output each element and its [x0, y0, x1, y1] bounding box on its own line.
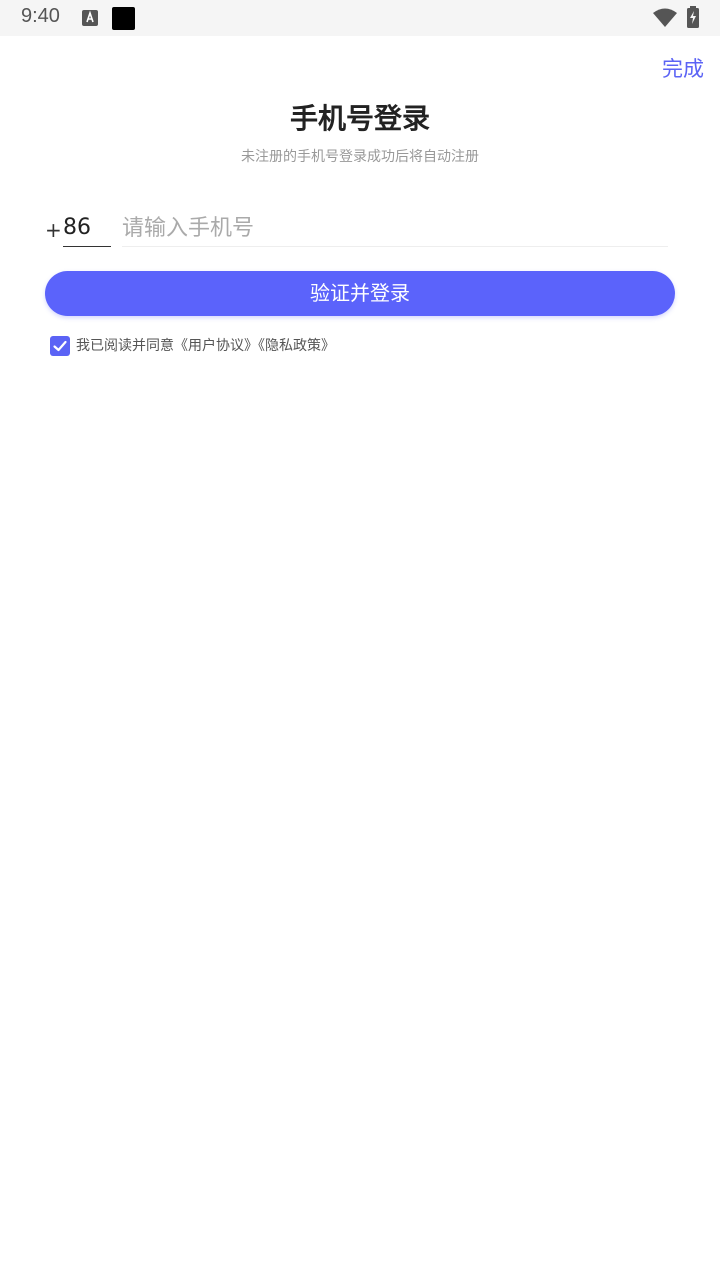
- page-title: 手机号登录: [289, 102, 430, 135]
- verify-login-button[interactable]: 验证并登录: [45, 271, 675, 316]
- text-a-icon: [82, 10, 98, 26]
- battery-charging-icon: [686, 6, 700, 28]
- checkmark-icon: [53, 340, 67, 352]
- privacy-policy-link[interactable]: 《隐私政策》: [258, 338, 335, 354]
- phone-input[interactable]: [122, 210, 668, 247]
- plus-sign: +: [45, 218, 62, 242]
- page-subtitle: 未注册的手机号登录成功后将自动注册: [241, 149, 479, 165]
- country-code-selector[interactable]: 86: [63, 212, 111, 247]
- status-bar: 9:40: [0, 0, 720, 36]
- status-time: 9:40: [21, 5, 60, 27]
- agree-checkbox[interactable]: [50, 336, 70, 356]
- wifi-icon: [652, 8, 678, 28]
- user-agreement-link[interactable]: 《用户协议》: [174, 338, 258, 354]
- done-button[interactable]: 完成: [662, 53, 704, 83]
- agreement-prefix: 我已阅读并同意: [76, 338, 174, 354]
- black-square-icon: [112, 7, 135, 30]
- agreement-text: 我已阅读并同意《用户协议》《隐私政策》: [76, 336, 335, 356]
